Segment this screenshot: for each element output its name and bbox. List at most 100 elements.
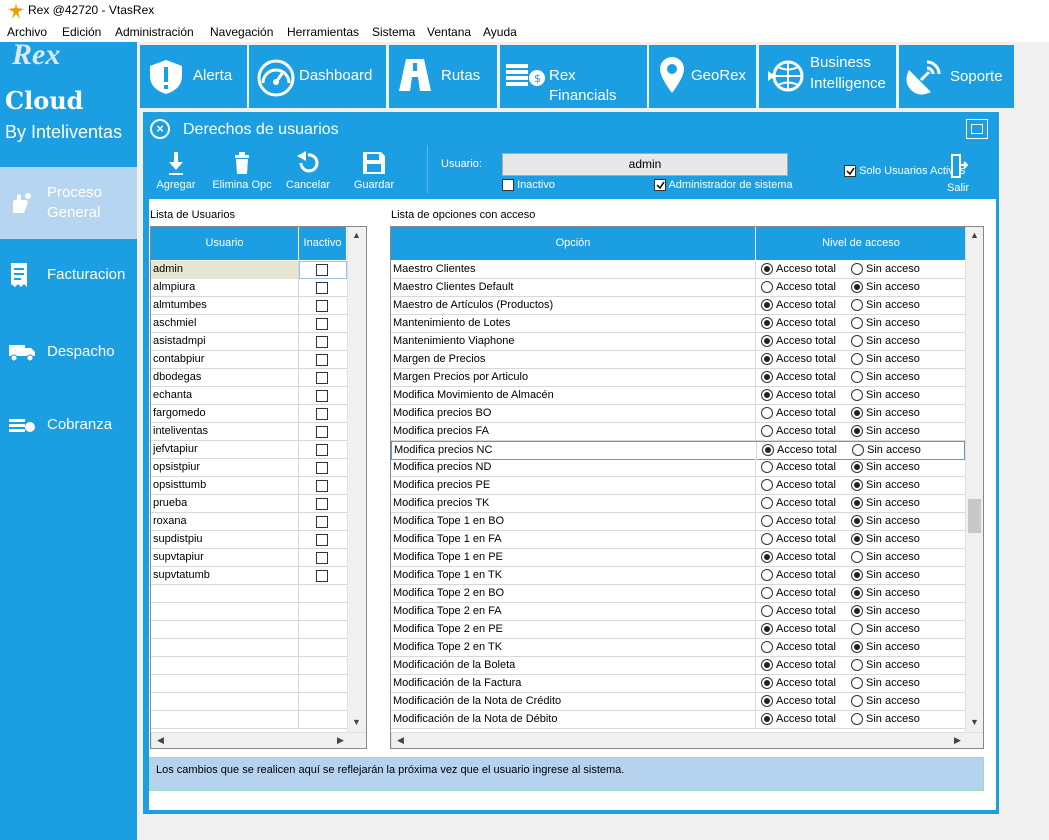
nav-soporte-button[interactable]: Soporte	[899, 45, 1014, 108]
table-row[interactable]: supvtapiur	[151, 549, 347, 567]
salir-button[interactable]: Salir	[943, 153, 973, 194]
option-row[interactable]: Margen de Precios Acceso total Sin acceso	[391, 351, 965, 369]
inactivo-checkbox[interactable]: Inactivo	[502, 179, 555, 192]
scroll-down-icon[interactable]: ▼	[966, 714, 983, 731]
scroll-right-icon[interactable]: ▶	[332, 733, 349, 748]
acceso-total-radio[interactable]: Acceso total	[761, 495, 836, 512]
acceso-total-radio[interactable]: Acceso total	[761, 459, 836, 476]
acceso-total-radio[interactable]: Acceso total	[761, 297, 836, 314]
sin-acceso-radio[interactable]: Sin acceso	[851, 711, 920, 728]
menu-archivo[interactable]: Archivo	[7, 25, 47, 39]
table-row[interactable]: almtumbes	[151, 297, 347, 315]
scroll-down-icon[interactable]: ▼	[348, 714, 365, 731]
options-vscroll[interactable]: ▲ ▼	[965, 227, 983, 732]
sin-acceso-radio[interactable]: Sin acceso	[851, 297, 920, 314]
nav-rex-financials-button[interactable]: $ Rex Financials	[500, 45, 647, 108]
sidebar-item-facturacion[interactable]: Facturacion	[0, 254, 137, 294]
option-row[interactable]: Modifica Tope 1 en PE Acceso total Sin acc…	[391, 549, 965, 567]
option-row[interactable]: Modifica precios ND Acceso total Sin acces…	[391, 459, 965, 477]
sin-acceso-radio[interactable]: Sin acceso	[851, 495, 920, 512]
inactive-checkbox[interactable]	[316, 552, 328, 564]
acceso-total-radio[interactable]: Acceso total	[761, 585, 836, 602]
scroll-left-icon[interactable]: ◀	[392, 733, 409, 748]
option-row[interactable]: Mantenimiento Viaphone Acceso total Sin ac…	[391, 333, 965, 351]
administrador-checkbox[interactable]: Administrador de sistema	[654, 179, 793, 192]
sin-acceso-radio[interactable]: Sin acceso	[851, 513, 920, 530]
sin-acceso-radio[interactable]: Sin acceso	[851, 279, 920, 296]
sin-acceso-radio[interactable]: Sin acceso	[851, 423, 920, 440]
sin-acceso-radio[interactable]: Sin acceso	[851, 675, 920, 692]
inactive-checkbox[interactable]	[316, 354, 328, 366]
inactive-checkbox[interactable]	[316, 480, 328, 492]
table-row[interactable]: asistadmpi	[151, 333, 347, 351]
option-row[interactable]: Modifica Tope 2 en TK Acceso total Sin acc…	[391, 639, 965, 657]
option-row[interactable]: Modifica Tope 1 en FA Acceso total Sin acc…	[391, 531, 965, 549]
acceso-total-radio[interactable]: Acceso total	[761, 369, 836, 386]
acceso-total-radio[interactable]: Acceso total	[761, 531, 836, 548]
option-row[interactable]: Modificación de la Factura Acceso total Si…	[391, 675, 965, 693]
menu-ayuda[interactable]: Ayuda	[483, 25, 517, 39]
acceso-total-radio[interactable]: Acceso total	[761, 549, 836, 566]
table-row[interactable]: roxana	[151, 513, 347, 531]
option-row[interactable]: Modificación de la Nota de Crédito Acceso…	[391, 693, 965, 711]
sin-acceso-radio[interactable]: Sin acceso	[851, 693, 920, 710]
acceso-total-radio[interactable]: Acceso total	[761, 675, 836, 692]
inactive-checkbox[interactable]	[316, 498, 328, 510]
inactive-checkbox[interactable]	[316, 300, 328, 312]
inactive-checkbox[interactable]	[316, 318, 328, 330]
nav-georex-button[interactable]: GeoRex	[649, 45, 756, 108]
table-row[interactable]	[151, 693, 347, 711]
sin-acceso-radio[interactable]: Sin acceso	[852, 442, 921, 459]
scroll-left-icon[interactable]: ◀	[152, 733, 169, 748]
sin-acceso-radio[interactable]: Sin acceso	[851, 315, 920, 332]
nav-alerta-button[interactable]: Alerta	[140, 45, 247, 108]
sin-acceso-radio[interactable]: Sin acceso	[851, 549, 920, 566]
inactive-checkbox[interactable]	[316, 516, 328, 528]
option-row[interactable]: Maestro Clientes Default Acceso total Sin …	[391, 279, 965, 297]
sidebar-item-despacho[interactable]: Despacho	[0, 332, 137, 372]
table-row[interactable]: aschmiel	[151, 315, 347, 333]
acceso-total-radio[interactable]: Acceso total	[761, 423, 836, 440]
inactive-checkbox[interactable]	[316, 282, 328, 294]
sin-acceso-radio[interactable]: Sin acceso	[851, 351, 920, 368]
table-row[interactable]: inteliventas	[151, 423, 347, 441]
option-row[interactable]: Modifica precios FA Acceso total Sin acces…	[391, 423, 965, 441]
column-header-inactivo[interactable]: Inactivo	[299, 227, 346, 260]
table-row[interactable]	[151, 585, 347, 603]
sin-acceso-radio[interactable]: Sin acceso	[851, 405, 920, 422]
sin-acceso-radio[interactable]: Sin acceso	[851, 261, 920, 278]
option-row[interactable]: Modifica precios TK Acceso total Sin acces…	[391, 495, 965, 513]
option-row[interactable]: Modificación de la Boleta Acceso total Sin…	[391, 657, 965, 675]
sin-acceso-radio[interactable]: Sin acceso	[851, 387, 920, 404]
option-row[interactable]: Modifica Tope 2 en FA Acceso total Sin acc…	[391, 603, 965, 621]
option-row[interactable]: Maestro Clientes Acceso total Sin acceso	[391, 261, 965, 279]
sin-acceso-radio[interactable]: Sin acceso	[851, 585, 920, 602]
table-row[interactable]: opsistpiur	[151, 459, 347, 477]
sin-acceso-radio[interactable]: Sin acceso	[851, 477, 920, 494]
menu-administracion[interactable]: Administración	[115, 25, 194, 39]
table-row[interactable]	[151, 621, 347, 639]
table-row[interactable]: echanta	[151, 387, 347, 405]
menu-ventana[interactable]: Ventana	[427, 25, 471, 39]
table-row[interactable]: supvtatumb	[151, 567, 347, 585]
sin-acceso-radio[interactable]: Sin acceso	[851, 621, 920, 638]
inactive-checkbox[interactable]	[316, 390, 328, 402]
menu-sistema[interactable]: Sistema	[372, 25, 415, 39]
agregar-button[interactable]: Agregar	[143, 150, 209, 191]
acceso-total-radio[interactable]: Acceso total	[761, 405, 836, 422]
scroll-right-icon[interactable]: ▶	[949, 733, 966, 748]
menu-herramientas[interactable]: Herramientas	[287, 25, 359, 39]
option-row[interactable]: Modifica Tope 1 en BO Acceso total Sin acc…	[391, 513, 965, 531]
acceso-total-radio[interactable]: Acceso total	[761, 657, 836, 674]
column-header-usuario[interactable]: Usuario	[151, 227, 299, 260]
inactive-checkbox[interactable]	[316, 570, 328, 582]
acceso-total-radio[interactable]: Acceso total	[761, 693, 836, 710]
scroll-up-icon[interactable]: ▲	[348, 227, 365, 244]
table-row[interactable]: prueba	[151, 495, 347, 513]
option-row[interactable]: Margen Precios por Articulo Acceso total S…	[391, 369, 965, 387]
acceso-total-radio[interactable]: Acceso total	[761, 261, 836, 278]
option-row[interactable]: Modifica Tope 2 en PE Acceso total Sin acc…	[391, 621, 965, 639]
inactive-checkbox[interactable]	[316, 336, 328, 348]
table-row[interactable]: contabpiur	[151, 351, 347, 369]
acceso-total-radio[interactable]: Acceso total	[761, 567, 836, 584]
